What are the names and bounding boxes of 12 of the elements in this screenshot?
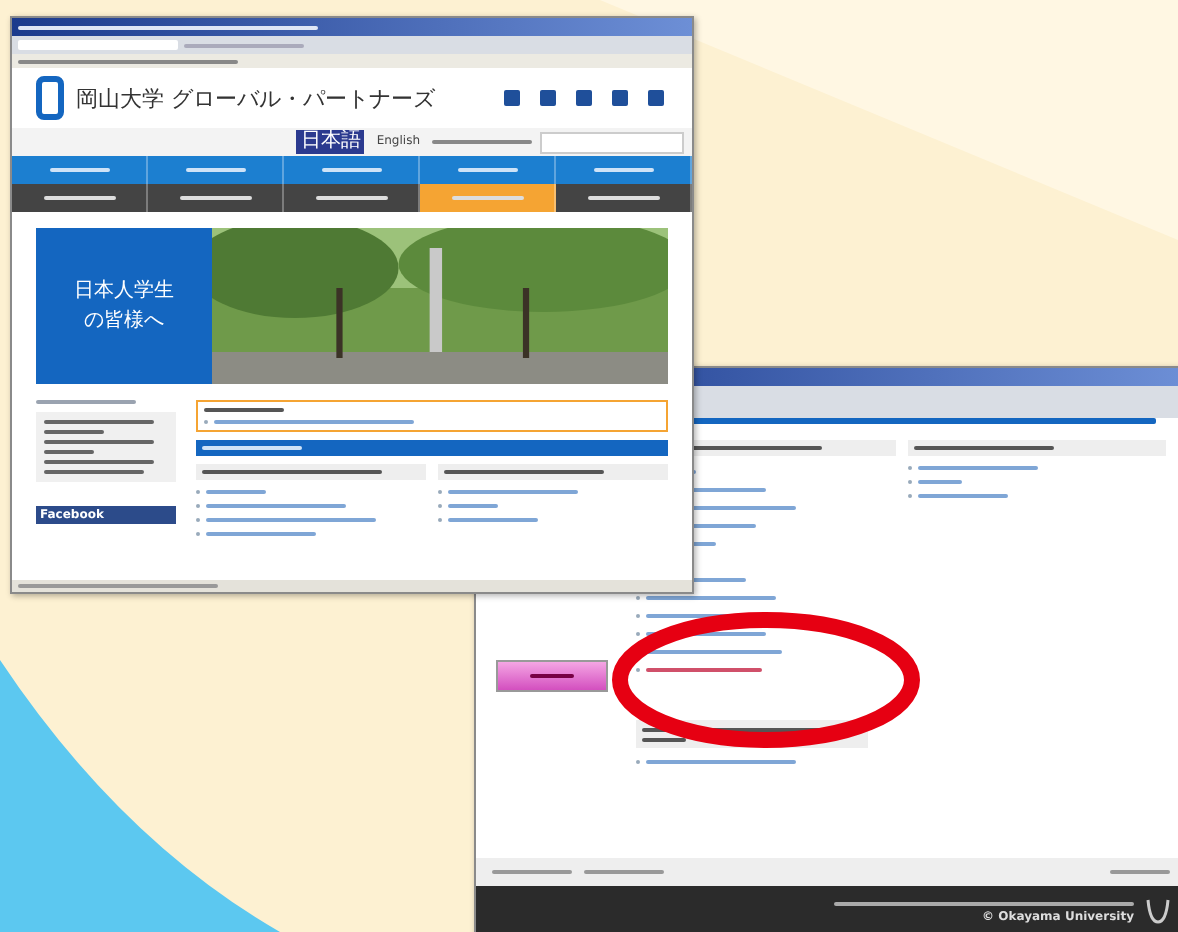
crest-icon <box>1146 898 1170 926</box>
nav-icon[interactable] <box>500 86 524 110</box>
nav-icon[interactable] <box>644 86 668 110</box>
nav-icon[interactable] <box>572 86 596 110</box>
banner-heading: 日本人学生の皆様へ <box>36 228 212 384</box>
search-field[interactable] <box>540 131 684 153</box>
nav-icon[interactable] <box>608 86 632 110</box>
logo-icon <box>36 76 64 120</box>
language-tab[interactable]: 日本語 <box>296 130 365 154</box>
nav-icon[interactable] <box>536 86 560 110</box>
site-title: 岡山大学 グローバル・パートナーズ <box>76 83 435 113</box>
menu-button[interactable] <box>496 660 608 692</box>
